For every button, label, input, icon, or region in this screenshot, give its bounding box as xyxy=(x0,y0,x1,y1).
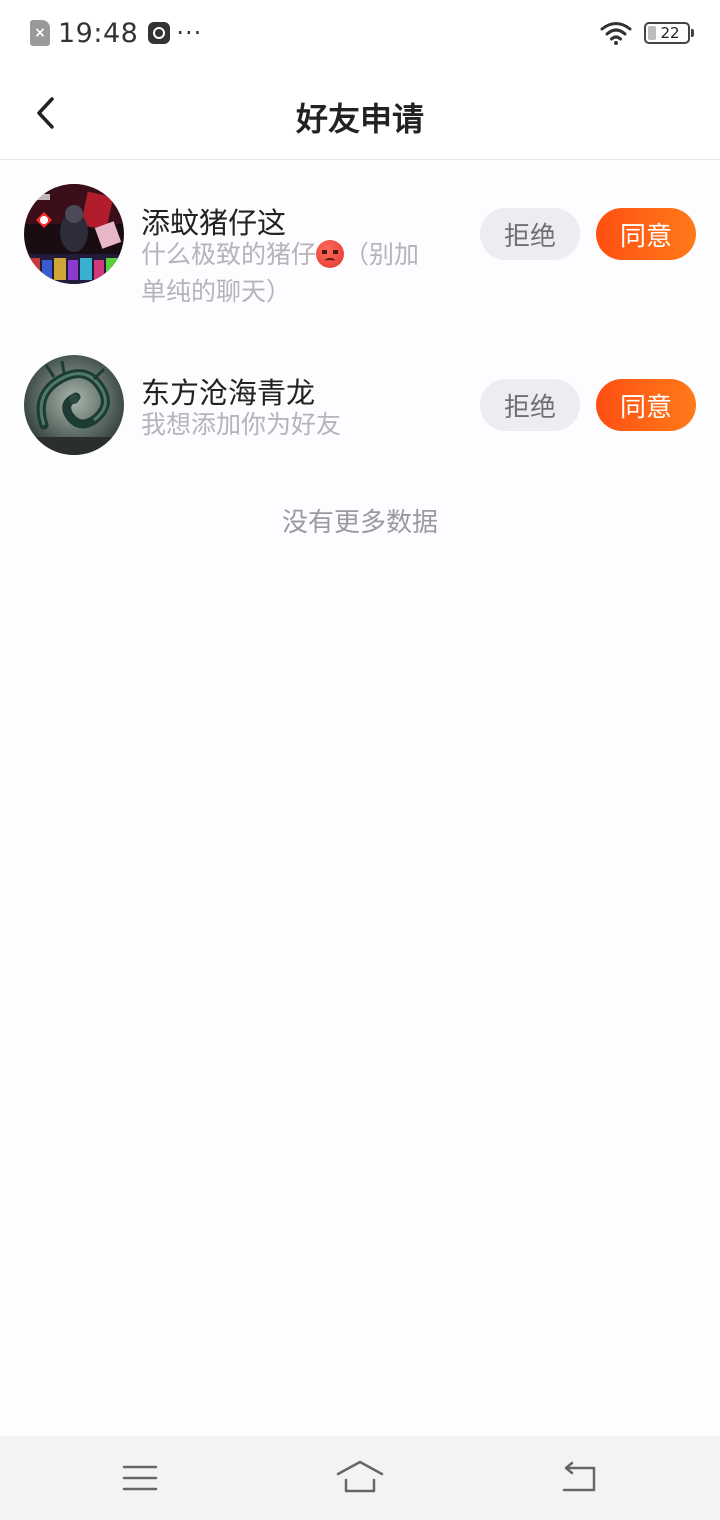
request-message: 我想添加你为好友 xyxy=(141,406,441,443)
sim-disabled-icon: × xyxy=(30,20,50,46)
status-time: 19:48 xyxy=(58,17,139,49)
friend-request-item: 东方沧海青龙 我想添加你为好友 拒绝 同意 xyxy=(0,330,720,500)
status-right: 22 xyxy=(600,18,694,48)
back-nav-button[interactable] xyxy=(556,1458,604,1498)
message-text: 什么极致的猪仔 xyxy=(141,240,317,269)
wifi-icon xyxy=(600,22,632,45)
tiktok-icon xyxy=(148,22,171,44)
accept-button[interactable]: 同意 xyxy=(596,379,696,431)
reject-button[interactable]: 拒绝 xyxy=(480,208,580,260)
menu-button[interactable] xyxy=(116,1458,164,1498)
home-button[interactable] xyxy=(336,1458,384,1498)
battery-level: 22 xyxy=(660,24,680,42)
status-left: × 19:48 ··· xyxy=(30,17,203,49)
accept-button[interactable]: 同意 xyxy=(596,208,696,260)
page-title: 好友申请 xyxy=(295,100,424,138)
avatar-image xyxy=(24,184,124,284)
message-text: 我想添加你为好友 xyxy=(141,410,342,439)
system-navigation-bar xyxy=(0,1436,720,1520)
avatar[interactable] xyxy=(24,355,124,455)
status-bar: × 19:48 ··· 22 xyxy=(0,0,720,66)
no-more-data-text: 没有更多数据 xyxy=(281,508,438,538)
return-icon xyxy=(562,1461,596,1492)
avatar-image xyxy=(24,355,124,455)
battery-icon: 22 xyxy=(644,22,694,44)
angry-face-emoji-icon xyxy=(316,240,345,268)
more-notifications-icon: ··· xyxy=(176,19,203,47)
menu-icon xyxy=(122,1465,158,1491)
friend-request-item: 添蚊猪仔这 什么极致的猪仔 （别加单纯的聊天） 拒绝 同意 xyxy=(0,160,720,330)
home-icon xyxy=(336,1460,384,1493)
avatar[interactable] xyxy=(24,184,124,284)
request-message: 什么极致的猪仔 （别加单纯的聊天） xyxy=(141,236,441,310)
reject-button[interactable]: 拒绝 xyxy=(480,379,580,431)
header: 好友申请 xyxy=(0,66,720,160)
